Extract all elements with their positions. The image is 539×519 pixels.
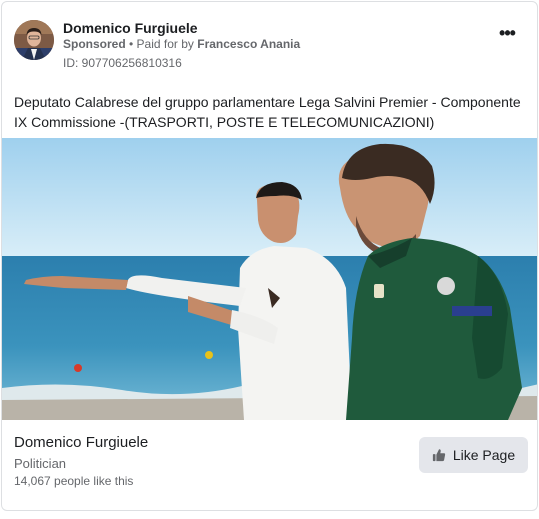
like-page-label: Like Page [452, 447, 516, 463]
post-image[interactable] [2, 138, 537, 420]
separator: • [125, 37, 137, 51]
paid-for-prefix: Paid for by [136, 37, 198, 51]
page-footer: Domenico Furgiuele Politician 14,067 peo… [2, 420, 537, 510]
like-page-button[interactable]: Like Page [419, 437, 528, 473]
page-avatar[interactable] [14, 20, 54, 60]
sponsored-post-card: Domenico Furgiuele Sponsored • Paid for … [1, 1, 538, 511]
thumbs-up-icon [432, 449, 446, 462]
page-like-count: 14,067 people like this [14, 474, 134, 488]
payer-name: Francesco Anania [197, 37, 301, 51]
sponsored-label: Sponsored [63, 37, 126, 51]
ellipsis-icon[interactable]: ••• [495, 24, 519, 48]
beach-photo [2, 138, 537, 420]
footer-page-name[interactable]: Domenico Furgiuele [14, 434, 148, 451]
avatar-photo [14, 20, 54, 60]
post-header: Domenico Furgiuele Sponsored • Paid for … [14, 20, 529, 72]
post-caption: Deputato Calabrese del gruppo parlamenta… [14, 94, 521, 130]
page-name-link[interactable]: Domenico Furgiuele [63, 20, 198, 36]
ad-id: ID: 907706256810316 [63, 56, 182, 70]
page-category: Politician [14, 456, 67, 471]
sponsorship-line: Sponsored • Paid for by Francesco Anania [63, 37, 300, 51]
